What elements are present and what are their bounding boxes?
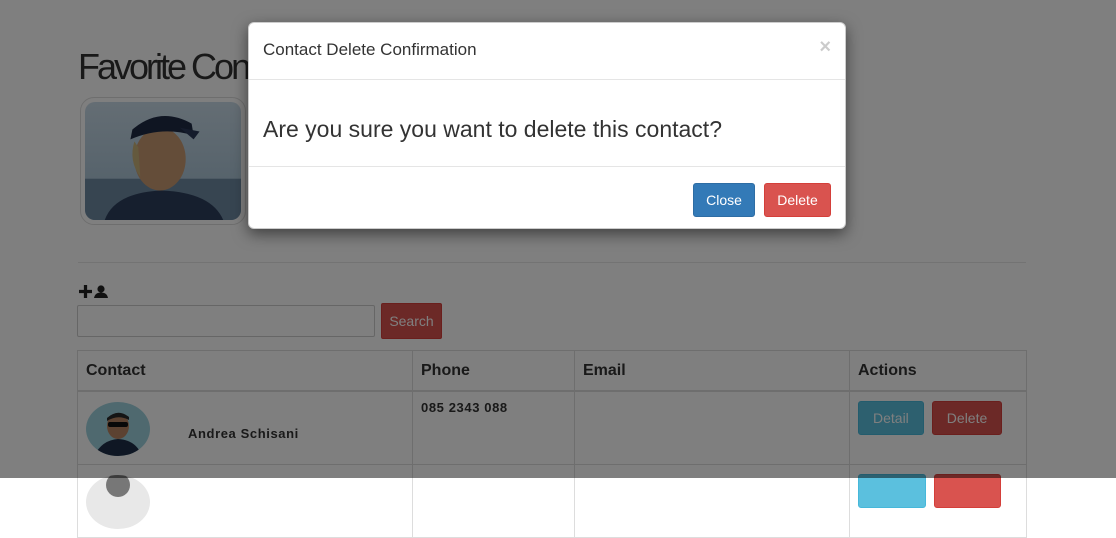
modal-delete-button[interactable]: Delete xyxy=(764,183,831,217)
modal-message: Are you sure you want to delete this con… xyxy=(263,116,722,142)
modal-header: Contact Delete Confirmation × xyxy=(249,23,845,80)
delete-button[interactable] xyxy=(934,474,1001,508)
modal-title: Contact Delete Confirmation xyxy=(263,40,477,59)
close-icon[interactable]: × xyxy=(819,37,831,57)
delete-confirmation-modal: Contact Delete Confirmation × Are you su… xyxy=(248,22,846,229)
modal-body: Are you sure you want to delete this con… xyxy=(249,80,845,167)
modal-footer: Close Delete xyxy=(249,167,845,230)
modal-close-button[interactable]: Close xyxy=(693,183,755,217)
avatar xyxy=(86,475,150,529)
detail-button[interactable] xyxy=(858,474,926,508)
